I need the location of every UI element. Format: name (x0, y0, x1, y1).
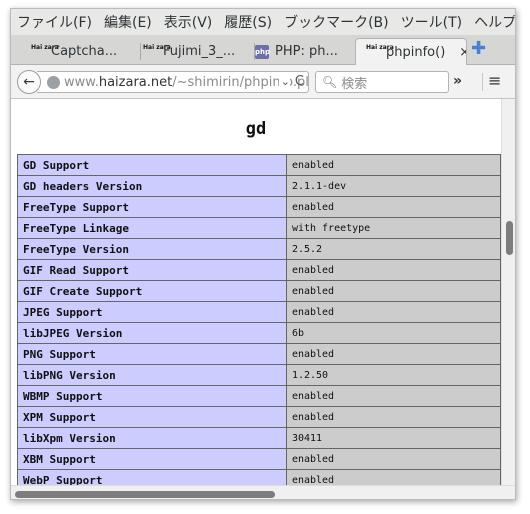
menu-history[interactable]: 履歴(S) (224, 12, 272, 32)
globe-icon (47, 75, 60, 89)
table-row: FreeType Version 2.5.2 (17, 238, 501, 260)
overflow-chevron-icon[interactable]: » (453, 73, 462, 89)
value-cell: 30411 (285, 427, 501, 449)
close-icon[interactable]: × (459, 45, 466, 60)
value-cell: with freetype (285, 217, 501, 239)
directive-cell: JPEG Support (17, 301, 287, 323)
value-cell: enabled (285, 196, 501, 218)
horizontal-scrollbar[interactable] (11, 485, 515, 499)
vertical-scroll-thumb[interactable] (506, 221, 513, 255)
menu-file[interactable]: ファイル(F) (17, 12, 92, 32)
value-cell: enabled (285, 259, 501, 281)
chevron-down-icon[interactable]: ⌄ (278, 75, 290, 88)
value-cell: enabled (285, 469, 501, 485)
directive-cell: PNG Support (17, 343, 287, 365)
value-cell: enabled (285, 343, 501, 365)
value-cell: enabled (285, 385, 501, 407)
tab-title: PHP: ph... (275, 44, 338, 59)
navigation-bar: www. haizara.net /~shimirin/phpinfo.pl ⌄… (11, 65, 515, 99)
menu-bar: ファイル(F) 編集(E) 表示(V) 履歴(S) ブックマーク(B) ツール(… (11, 9, 515, 35)
tab-php-manual[interactable]: php PHP: ph... (255, 38, 355, 65)
table-row: PNG Support enabled (17, 343, 501, 365)
directive-cell: FreeType Support (17, 196, 287, 218)
directive-cell: GIF Read Support (17, 259, 287, 281)
tab-title: Fujimi_3_... (163, 44, 236, 59)
table-row: libXpm Version 30411 (17, 427, 501, 449)
value-cell: 2.1.1-dev (285, 175, 501, 197)
menu-edit[interactable]: 編集(E) (104, 12, 152, 32)
vertical-scrollbar[interactable] (501, 99, 515, 485)
directive-cell: libJPEG Version (17, 322, 287, 344)
table-row: FreeType Linkage with freetype (17, 217, 501, 239)
url-host: haizara.net (98, 74, 173, 90)
directive-cell: libPNG Version (17, 364, 287, 386)
directive-cell: libXpm Version (17, 427, 287, 449)
value-cell: enabled (285, 406, 501, 428)
haizara-favicon-icon: Hai zara (366, 44, 394, 51)
tab-phpinfo[interactable]: Hai zara phpinfo() × (355, 38, 467, 65)
search-input[interactable]: 🔍︎ 検索 (315, 71, 449, 93)
tab-title: Captcha... (51, 44, 118, 59)
menu-tools[interactable]: ツール(T) (401, 12, 462, 32)
value-cell: 2.5.2 (285, 238, 501, 260)
table-row: XBM Support enabled (17, 448, 501, 470)
reload-icon[interactable]: C (295, 74, 304, 89)
table-row: XPM Support enabled (17, 406, 501, 428)
tab-captcha[interactable]: Hai zara Captcha... (31, 38, 141, 65)
table-row: WebP Support enabled (17, 469, 501, 485)
menu-help[interactable]: ヘルプ(H) (474, 12, 515, 32)
table-row: libJPEG Version 6b (17, 322, 501, 344)
search-icon: 🔍︎ (322, 75, 338, 89)
directive-cell: GD Support (17, 154, 287, 176)
menu-bookmarks[interactable]: ブックマーク(B) (284, 12, 389, 32)
section-title: gd (245, 119, 267, 139)
search-placeholder: 検索 (341, 76, 368, 92)
value-cell: enabled (285, 280, 501, 302)
php-favicon-icon: php (255, 44, 270, 59)
gd-info-table: GD Support enabled GD headers Version 2.1.1… (17, 154, 501, 485)
menu-view[interactable]: 表示(V) (164, 12, 213, 32)
tab-separator (140, 43, 141, 60)
table-row: FreeType Support enabled (17, 196, 501, 218)
haizara-favicon-icon: Hai zara (143, 43, 171, 51)
table-row: GD Support enabled (17, 154, 501, 176)
value-cell: 1.2.50 (285, 364, 501, 386)
table-row: libPNG Version 1.2.50 (17, 364, 501, 386)
table-row: GD headers Version 2.1.1-dev (17, 175, 501, 197)
table-row: JPEG Support enabled (17, 301, 501, 323)
value-cell: enabled (285, 448, 501, 470)
directive-cell: GIF Create Support (17, 280, 287, 302)
directive-cell: XPM Support (17, 406, 287, 428)
back-button[interactable]: ← (17, 70, 41, 94)
url-prefix: www. (64, 74, 99, 90)
hamburger-menu-icon[interactable]: ≡ (488, 71, 501, 90)
arrow-left-icon: ← (23, 74, 35, 90)
directive-cell: WebP Support (17, 469, 287, 485)
table-row: WBMP Support enabled (17, 385, 501, 407)
table-row: GIF Create Support enabled (17, 280, 501, 302)
tab-strip: Hai zara Captcha... Hai zara Fujimi_3_..… (11, 35, 515, 65)
page-content: gd GD Support enabled GD headers Version 2.… (11, 99, 501, 485)
tab-fujimi[interactable]: Hai zara Fujimi_3_... (143, 38, 255, 65)
url-bar[interactable]: www. haizara.net /~shimirin/phpinfo.pl ⌄… (37, 71, 309, 93)
value-cell: enabled (285, 154, 501, 176)
horizontal-scroll-thumb[interactable] (15, 491, 275, 498)
value-cell: 6b (285, 322, 501, 344)
table-row: GIF Read Support enabled (17, 259, 501, 281)
value-cell: enabled (285, 301, 501, 323)
directive-cell: FreeType Version (17, 238, 287, 260)
directive-cell: XBM Support (17, 448, 287, 470)
haizara-favicon-icon: Hai zara (31, 43, 59, 51)
directive-cell: GD headers Version (17, 175, 287, 197)
plus-icon[interactable]: ✚ (471, 38, 486, 59)
directive-cell: WBMP Support (17, 385, 287, 407)
toolbar-divider (482, 73, 483, 91)
directive-cell: FreeType Linkage (17, 217, 287, 239)
tab-title: phpinfo() (386, 44, 446, 60)
browser-window: ファイル(F) 編集(E) 表示(V) 履歴(S) ブックマーク(B) ツール(… (10, 8, 516, 500)
